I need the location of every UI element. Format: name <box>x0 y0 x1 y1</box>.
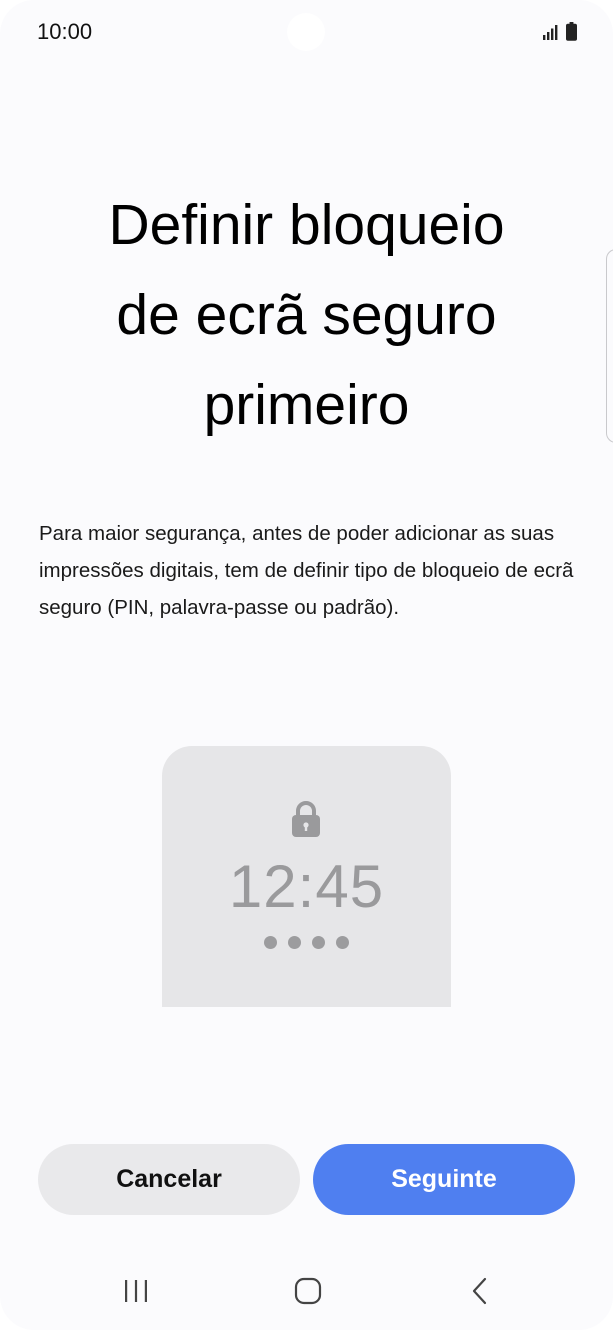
pin-dot <box>312 936 325 949</box>
page-title-line-1: Definir bloqueio <box>108 193 505 257</box>
page-title-line-2: de ecrã seguro <box>116 283 497 347</box>
fingerprint-setup-screen: 10:00 Definir bloqueio de ecrã seguro pr… <box>0 0 613 1330</box>
battery-icon <box>566 22 577 41</box>
home-icon[interactable] <box>294 1277 322 1305</box>
page-title: Definir bloqueio de ecrã seguro primeiro <box>0 180 613 450</box>
pin-dot <box>288 936 301 949</box>
cancel-button[interactable]: Cancelar <box>38 1144 300 1215</box>
illustration-clock: 12:45 <box>228 853 385 920</box>
description-text: Para maior segurança, antes de poder adi… <box>39 522 574 619</box>
pin-dot <box>336 936 349 949</box>
camera-cutout <box>287 13 325 51</box>
recents-icon[interactable] <box>121 1276 151 1306</box>
navigation-bar <box>0 1250 613 1330</box>
status-icons <box>542 22 577 41</box>
back-icon[interactable] <box>468 1276 492 1306</box>
lock-icon <box>292 801 320 837</box>
pin-dot <box>264 936 277 949</box>
signal-icon <box>543 25 558 40</box>
status-bar: 10:00 <box>0 0 613 66</box>
status-time: 10:00 <box>37 19 93 44</box>
lock-screen-illustration: 12:45 <box>162 746 451 1007</box>
pin-dots <box>162 936 451 949</box>
next-button[interactable]: Seguinte <box>313 1144 575 1215</box>
page-title-line-3: primeiro <box>203 373 410 437</box>
